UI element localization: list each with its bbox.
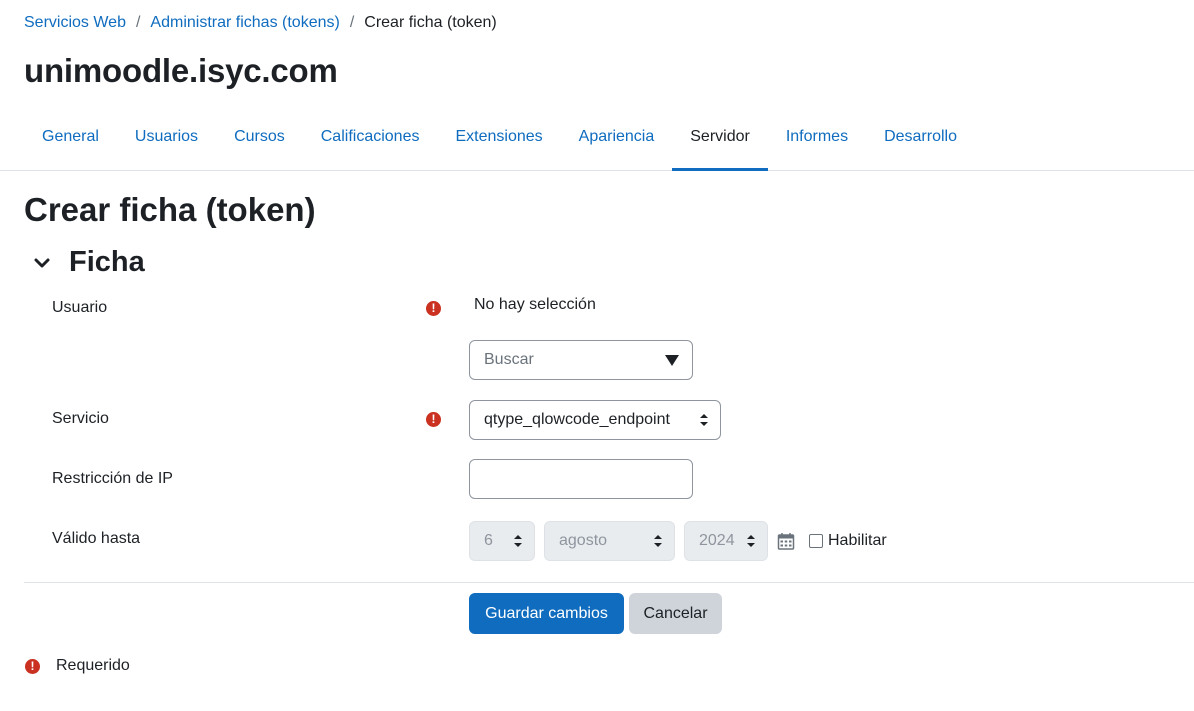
section-title: Ficha [69,246,145,278]
enable-checkbox-label[interactable]: Habilitar [828,532,887,550]
site-title: unimoodle.isyc.com [24,52,338,89]
breadcrumb-current: Crear ficha (token) [364,14,497,31]
ip-restriction-label: Restricción de IP [52,470,173,487]
tab-usuarios[interactable]: Usuarios [117,104,216,170]
cancel-button[interactable]: Cancelar [629,593,722,634]
breadcrumb-link-servicios-web[interactable]: Servicios Web [24,14,126,32]
year-select-value: 2024 [699,532,735,549]
usuario-label: Usuario [52,299,108,316]
ip-restriction-input[interactable] [469,459,693,499]
tab-cursos[interactable]: Cursos [216,104,303,170]
tab-apariencia[interactable]: Apariencia [561,104,673,170]
valid-until-label: Válido hasta [52,530,141,547]
section-ficha-toggle[interactable]: Ficha [30,246,145,279]
breadcrumb: Servicios Web / Administrar fichas (toke… [24,14,497,32]
select-arrows-icon [747,535,755,547]
save-changes-button[interactable]: Guardar cambios [469,593,624,634]
month-select[interactable]: agosto [544,521,675,561]
service-select-value: qtype_qlowcode_endpoint [484,411,670,428]
user-search-input[interactable]: Buscar [469,340,693,380]
breadcrumb-link-administrar-fichas[interactable]: Administrar fichas (tokens) [150,14,339,32]
calendar-icon[interactable] [777,532,795,550]
breadcrumb-separator: / [349,14,355,31]
tab-servidor[interactable]: Servidor [672,104,768,171]
tab-general[interactable]: General [24,104,117,170]
required-legend-text: Requerido [56,657,130,674]
required-icon: ! [25,659,40,674]
servicio-label: Servicio [52,410,109,427]
month-select-value: agosto [559,532,608,549]
select-arrows-icon [700,414,708,426]
form-divider [24,582,1194,583]
day-select[interactable]: 6 [469,521,535,561]
enable-checkbox[interactable] [809,534,823,548]
required-icon: ! [426,301,441,316]
select-arrows-icon [654,535,662,547]
user-selection-status: No hay selección [474,296,596,313]
select-arrows-icon [514,535,522,547]
caret-down-icon[interactable] [665,355,679,366]
day-select-value: 6 [484,532,493,549]
chevron-down-icon [34,258,50,267]
required-icon: ! [426,412,441,427]
tab-informes[interactable]: Informes [768,104,866,170]
tab-desarrollo[interactable]: Desarrollo [866,104,975,170]
breadcrumb-separator: / [135,14,141,31]
page-title: Crear ficha (token) [24,191,316,228]
service-select[interactable]: qtype_qlowcode_endpoint [469,400,721,440]
year-select[interactable]: 2024 [684,521,768,561]
user-search-placeholder: Buscar [484,351,534,368]
tab-extensiones[interactable]: Extensiones [437,104,560,170]
admin-tabs: General Usuarios Cursos Calificaciones E… [24,104,1194,171]
tab-calificaciones[interactable]: Calificaciones [303,104,438,170]
